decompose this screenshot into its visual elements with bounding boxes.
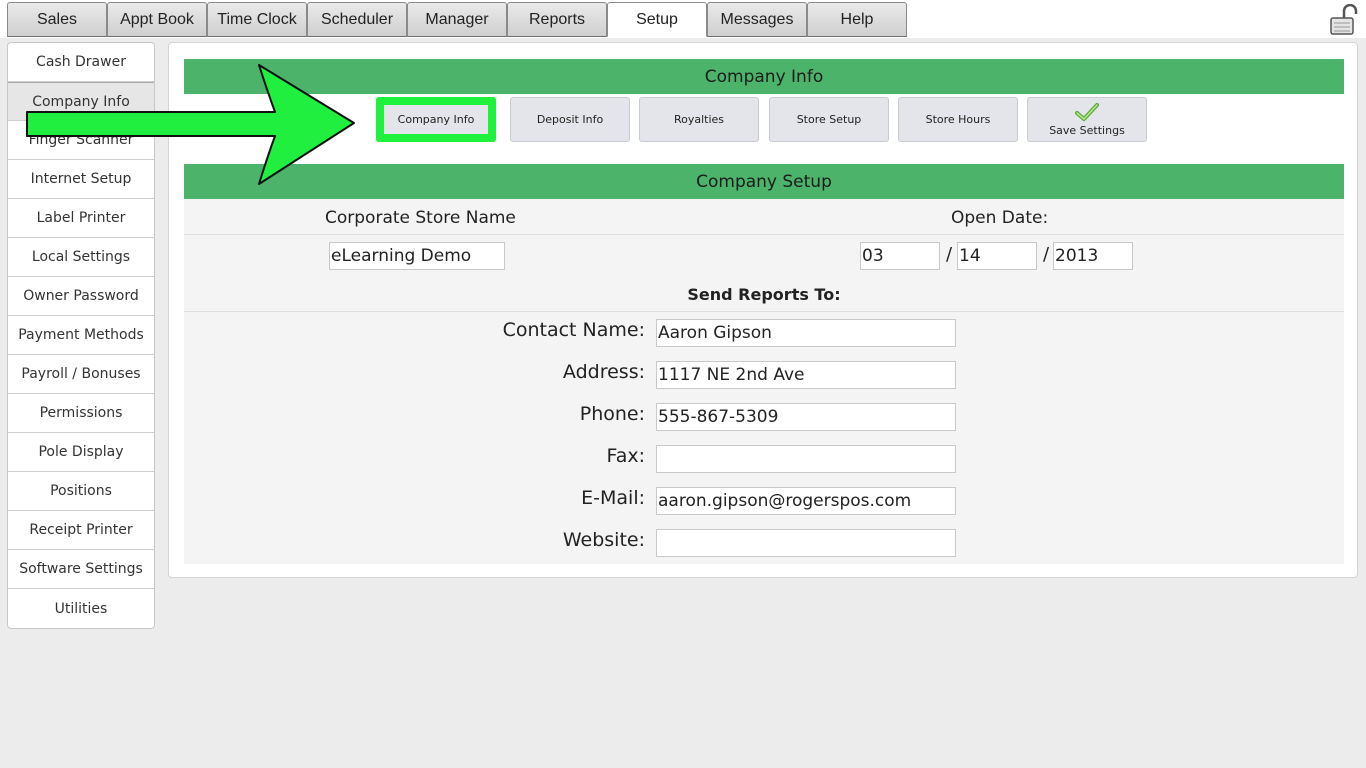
sidebar-item-owner-password[interactable]: Owner Password xyxy=(8,277,154,316)
tab-help[interactable]: Help xyxy=(807,2,907,37)
store-name-input[interactable] xyxy=(329,242,505,270)
send-reports-label: Send Reports To: xyxy=(687,285,841,304)
contact-name-input[interactable] xyxy=(656,319,956,347)
phone-label: Phone: xyxy=(579,403,645,425)
subtab-deposit-info[interactable]: Deposit Info xyxy=(510,97,630,142)
sidebar-item-label-printer[interactable]: Label Printer xyxy=(8,199,154,238)
sidebar-item-payroll-bonuses[interactable]: Payroll / Bonuses xyxy=(8,355,154,394)
sidebar-item-pole-display[interactable]: Pole Display xyxy=(8,433,154,472)
tab-sales[interactable]: Sales xyxy=(7,2,107,37)
store-name-label: Corporate Store Name xyxy=(325,208,516,228)
sidebar-item-utilities[interactable]: Utilities xyxy=(8,589,154,628)
date-separator: / xyxy=(1043,244,1050,265)
sidebar-item-receipt-printer[interactable]: Receipt Printer xyxy=(8,511,154,550)
top-tabs: Sales Appt Book Time Clock Scheduler Man… xyxy=(7,2,907,37)
subtab-label: Store Setup xyxy=(796,113,862,126)
fax-label: Fax: xyxy=(606,445,645,467)
open-date-day-input[interactable] xyxy=(957,242,1037,270)
fax-input[interactable] xyxy=(656,445,956,473)
subtab-store-setup[interactable]: Store Setup xyxy=(769,97,889,142)
company-setup-form: Corporate Store Name Open Date: / / Send… xyxy=(184,199,1344,564)
tab-messages[interactable]: Messages xyxy=(707,2,807,37)
date-separator: / xyxy=(946,244,953,265)
divider xyxy=(184,311,1344,312)
website-input[interactable] xyxy=(656,529,956,557)
sidebar-item-payment-methods[interactable]: Payment Methods xyxy=(8,316,154,355)
phone-input[interactable] xyxy=(656,403,956,431)
subtab-label: Deposit Info xyxy=(536,113,604,126)
save-settings-label: Save Settings xyxy=(1049,124,1125,137)
tab-appt-book[interactable]: Appt Book xyxy=(107,2,207,37)
tab-time-clock[interactable]: Time Clock xyxy=(207,2,307,37)
padlock-icon[interactable] xyxy=(1328,4,1360,36)
checkmark-icon xyxy=(1075,103,1099,121)
green-arrow-icon xyxy=(26,64,355,185)
top-navigation-bar: Sales Appt Book Time Clock Scheduler Man… xyxy=(0,0,1366,38)
sidebar-item-permissions[interactable]: Permissions xyxy=(8,394,154,433)
website-label: Website: xyxy=(562,529,645,551)
subtab-label: Royalties xyxy=(673,113,725,126)
tab-setup[interactable]: Setup xyxy=(607,2,707,37)
tab-manager[interactable]: Manager xyxy=(407,2,507,37)
tab-reports[interactable]: Reports xyxy=(507,2,607,37)
open-date-year-input[interactable] xyxy=(1053,242,1133,270)
sidebar-item-software-settings[interactable]: Software Settings xyxy=(8,550,154,589)
subtab-label: Store Hours xyxy=(925,113,991,126)
open-date-month-input[interactable] xyxy=(860,242,940,270)
sidebar-item-positions[interactable]: Positions xyxy=(8,472,154,511)
sidebar-item-local-settings[interactable]: Local Settings xyxy=(8,238,154,277)
email-label: E-Mail: xyxy=(581,487,645,509)
open-date-label: Open Date: xyxy=(951,208,1049,228)
subtab-royalties[interactable]: Royalties xyxy=(639,97,759,142)
subtab-store-hours[interactable]: Store Hours xyxy=(898,97,1018,142)
contact-name-label: Contact Name: xyxy=(502,319,645,341)
tab-scheduler[interactable]: Scheduler xyxy=(307,2,407,37)
subtab-label: Company Info xyxy=(397,113,475,126)
email-input[interactable] xyxy=(656,487,956,515)
subtab-company-info[interactable]: Company Info xyxy=(376,97,496,142)
address-input[interactable] xyxy=(656,361,956,389)
divider xyxy=(184,234,1344,235)
address-label: Address: xyxy=(562,361,645,383)
save-settings-button[interactable]: Save Settings xyxy=(1027,97,1147,142)
